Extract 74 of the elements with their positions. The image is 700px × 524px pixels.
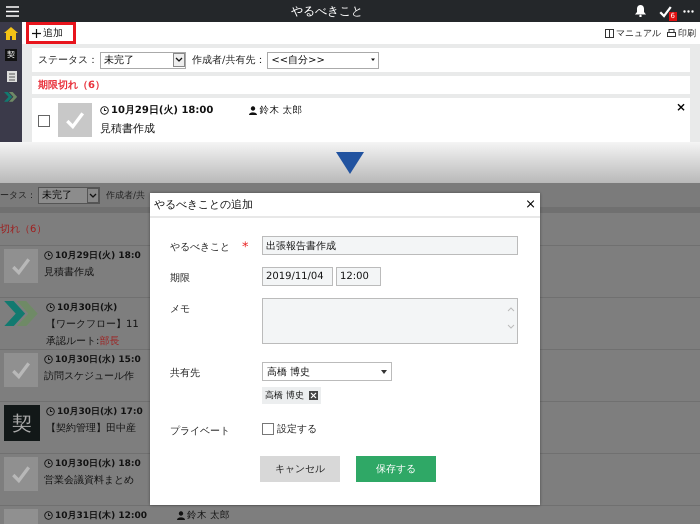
task-title: 訪問スケジュール作 (44, 370, 134, 383)
share-select[interactable]: 高橋 博史 (262, 362, 392, 381)
task-title: 【ワークフロー】11 (46, 318, 139, 331)
section-title: 期限切れ（6） (38, 78, 105, 92)
status-label: ステータス： (38, 54, 98, 67)
menu-icon[interactable] (6, 6, 19, 16)
add-button[interactable]: 追加 (26, 22, 76, 44)
remove-icon[interactable] (308, 391, 318, 400)
field-label: やるべきこと (170, 241, 231, 254)
due-date: 10月29日(火) 18:00 (100, 103, 214, 117)
checkmark-icon (658, 4, 673, 18)
dialog-title: やるべきことの追加 (154, 197, 253, 212)
date-input[interactable]: 2019/11/04 (262, 267, 333, 286)
down-triangle-icon (336, 152, 364, 174)
time-input[interactable]: 12:00 (336, 267, 381, 286)
clock-icon (44, 511, 53, 520)
task-input[interactable]: 出張報告書作成 (262, 236, 518, 255)
double-chevron-icon (4, 92, 18, 102)
clock-icon (44, 251, 53, 260)
due-date: 10月31日(木) 12:00 (44, 509, 148, 522)
close-button[interactable]: × (676, 100, 686, 114)
field-label: 共有先 (170, 366, 201, 380)
memo-field[interactable] (262, 298, 518, 344)
task-title: 【契約管理】田中産 (46, 422, 136, 435)
approval-route: 承認ルート:部長 (46, 334, 120, 348)
clock-icon (44, 355, 53, 364)
field-label: メモ (170, 303, 191, 316)
print-link[interactable]: 印刷 (667, 26, 696, 40)
field-label: 期限 (170, 272, 191, 285)
document-icon[interactable] (4, 70, 18, 83)
due-date: 10月30日(水) 15:0 (44, 353, 141, 366)
clock-icon (46, 407, 55, 416)
task-checkbox[interactable] (38, 115, 50, 127)
caret-icon (87, 188, 99, 202)
section-title: 切れ（6） (0, 222, 46, 236)
clock-icon (46, 303, 55, 312)
clock-icon (100, 106, 109, 114)
plus-icon (32, 28, 41, 38)
cancel-button[interactable]: キャンセル (260, 456, 340, 482)
task-title: 営業会議資料まとめ (44, 474, 134, 487)
owner-label: 作成者/共 (106, 190, 146, 202)
due-date: 10月30日(水) 18:0 (44, 457, 141, 470)
status-select[interactable]: 未完了 (100, 52, 186, 68)
book-icon (605, 28, 614, 38)
person-icon (249, 106, 258, 114)
required-mark: * (242, 239, 248, 255)
close-button[interactable]: × (525, 197, 536, 212)
bell-icon[interactable] (635, 5, 646, 17)
contract-icon: 契 (4, 405, 40, 441)
contract-icon[interactable]: 契 (5, 49, 17, 61)
due-date: 10月30日(水) (46, 301, 118, 314)
task-title: 見積書作成 (100, 121, 156, 136)
printer-icon (667, 28, 676, 38)
more-icon[interactable] (683, 10, 694, 12)
manual-link[interactable]: マニュアル (605, 26, 661, 40)
owner-name: 鈴木 太郎 (249, 103, 302, 117)
home-icon[interactable] (4, 27, 18, 40)
private-checkbox[interactable]: 設定する (262, 420, 518, 436)
person-icon (177, 511, 186, 520)
caret-icon (381, 370, 387, 374)
owner-select[interactable]: <<自分>> (267, 52, 380, 68)
status-label: ータス： (0, 190, 36, 202)
double-chevron-icon (4, 301, 40, 326)
owner-name: 鈴木 太郎 (177, 509, 230, 522)
field-label: プライベート (170, 424, 231, 438)
task-title: 見積書作成 (44, 266, 94, 279)
due-date: 10月29日(火) 18:0 (44, 249, 141, 262)
checkbox[interactable] (262, 423, 274, 435)
clock-icon (44, 459, 53, 468)
window-title: やるべきこと (290, 2, 364, 20)
share-tag: 高橋 博史 (262, 387, 321, 404)
due-date: 10月30日(水) 17:0 (46, 405, 143, 418)
owner-label: 作成者/共有先： (192, 54, 266, 67)
caret-icon (173, 53, 185, 67)
